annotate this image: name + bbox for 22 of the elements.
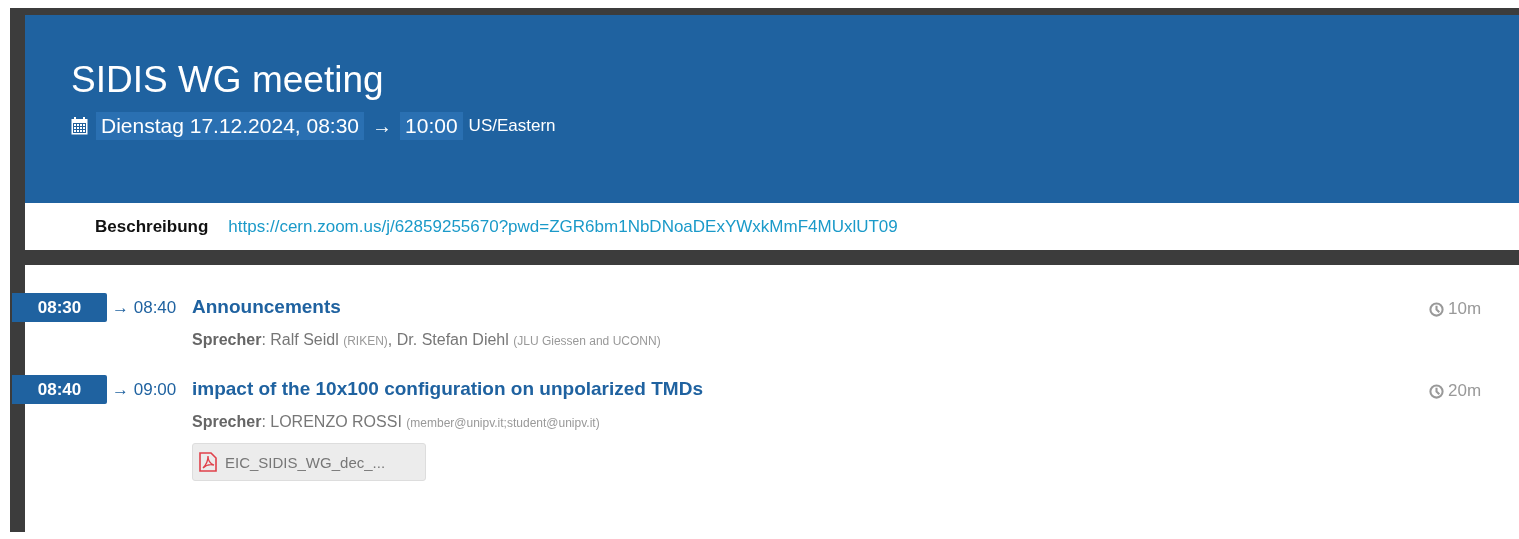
meeting-link[interactable]: https://cern.zoom.us/j/62859255670?pwd=ZGR6bm1NbDNoaDExYWxkMmF4MUxlUT09 [228,216,898,237]
start-time-badge: 08:30 [12,293,107,322]
end-time: 10:00 [400,112,463,140]
speaker-line: Sprecher: Ralf Seidl (RIKEN), Dr. Stefan Diehl (JLU Giessen and UCONN) [192,331,662,349]
end-time: → 09:00 [112,379,177,400]
event-title: SIDIS WG meeting [71,60,385,100]
description-label: Beschreibung [95,216,209,237]
clock-icon [1429,301,1444,317]
start-datetime: Dienstag 17.12.2024, 08:30 [96,112,365,140]
speaker-line: Sprecher: LORENZO ROSSI (member@unipv.it;student@unipv.it) [192,413,601,431]
timezone: US/Eastern [468,116,556,136]
duration: 20m [1429,381,1519,401]
arrow-text: → [372,114,393,138]
start-time-badge: 08:40 [12,375,107,404]
contribution-title[interactable]: Announcements [192,296,1429,318]
calendar-icon [71,117,88,135]
contribution-title[interactable]: impact of the 10x100 configuration on unpolarized TMDs [192,378,1429,400]
pdf-icon [199,452,217,472]
duration: 10m [1429,299,1519,319]
clock-icon [1429,383,1444,399]
attachment-button[interactable]: EIC_SIDIS_WG_dec_... [192,443,427,481]
end-time: → 08:40 [112,297,177,318]
